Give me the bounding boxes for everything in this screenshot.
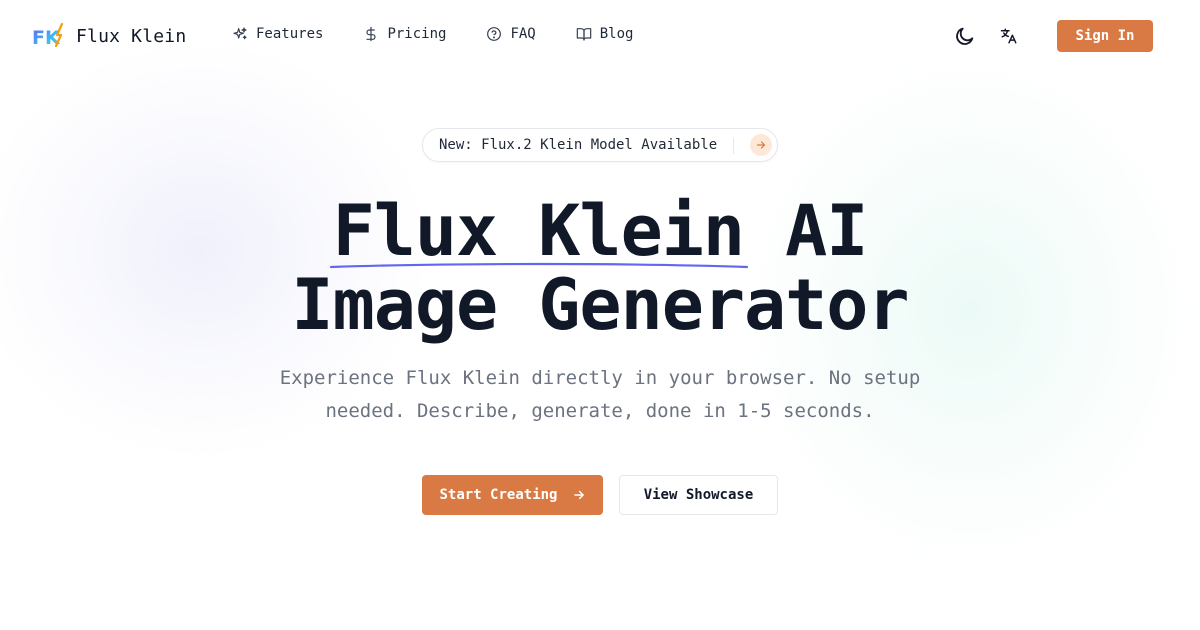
- start-creating-label: Start Creating: [439, 487, 558, 503]
- nav-link-blog[interactable]: Blog: [576, 26, 634, 42]
- hero-subtitle: Experience Flux Klein directly in your b…: [279, 367, 921, 422]
- pill-divider: [733, 138, 734, 154]
- nav-link-faq[interactable]: FAQ: [486, 26, 536, 42]
- sign-in-button[interactable]: Sign In: [1057, 20, 1153, 52]
- sparkles-icon: [233, 27, 247, 40]
- arrow-right-icon: [756, 141, 766, 149]
- question-circle-icon: [487, 27, 502, 41]
- nav-link-label: Blog: [599, 26, 634, 42]
- announcement-text: New: Flux.2 Klein Model Available: [439, 137, 718, 153]
- nav-links: Features Pricing FAQ Blog: [232, 26, 673, 42]
- logo-icon: FK: [32, 22, 64, 49]
- arrow-right-icon: [573, 490, 584, 500]
- brand-name: Flux Klein: [76, 25, 187, 47]
- hero-title-rest: AI: [744, 190, 868, 272]
- title-underline: [329, 262, 749, 269]
- top-navbar: FK Flux Klein Features Pricing FAQ Blog …: [0, 0, 1200, 72]
- nav-link-features[interactable]: Features: [232, 26, 323, 42]
- nav-link-label: Features: [256, 26, 324, 42]
- nav-link-pricing[interactable]: Pricing: [363, 26, 446, 42]
- hero-title-line-1: Flux Klein AI: [0, 194, 1200, 268]
- theme-toggle-button[interactable]: [951, 22, 979, 50]
- announcement-arrow: [750, 134, 772, 156]
- nav-link-label: Pricing: [387, 26, 447, 42]
- nav-link-label: FAQ: [510, 26, 536, 42]
- hero-title-line-2: Image Generator: [291, 264, 909, 346]
- translate-icon: [1000, 28, 1017, 44]
- book-open-icon: [576, 28, 592, 41]
- announcement-pill[interactable]: New: Flux.2 Klein Model Available: [422, 128, 778, 162]
- landing-page: FK Flux Klein Features Pricing FAQ Blog …: [0, 0, 1200, 630]
- brand[interactable]: FK Flux Klein: [32, 22, 186, 50]
- moon-icon: [956, 27, 974, 45]
- language-switch-button[interactable]: [995, 22, 1023, 50]
- view-showcase-button[interactable]: View Showcase: [619, 475, 778, 515]
- dollar-icon: [366, 26, 377, 42]
- start-creating-button[interactable]: Start Creating: [422, 475, 603, 515]
